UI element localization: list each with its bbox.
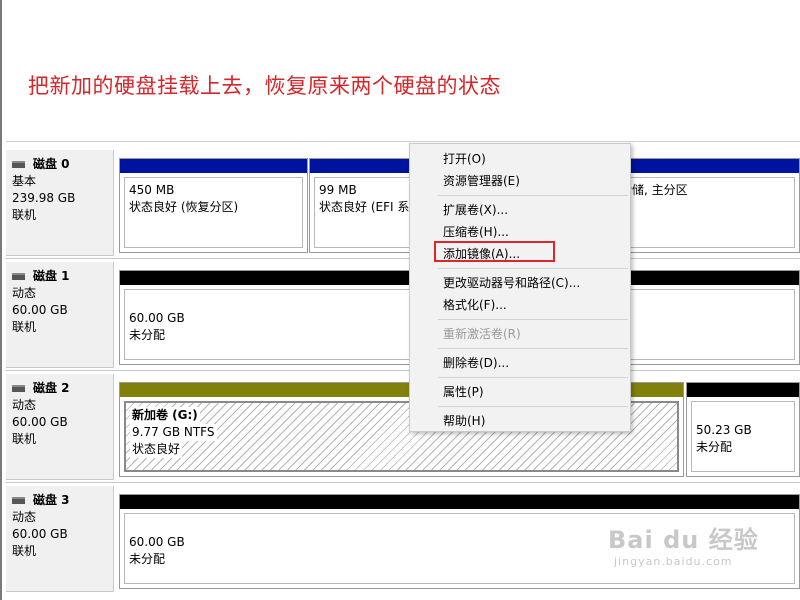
disk-row-2: 磁盘 2 动态 60.00 GB 联机 新加卷 (G:) 9.77 GB NTF… [6,374,800,482]
menu-item-change-drive-letter[interactable]: 更改驱动器号和路径(C)... [410,272,630,294]
disk-size: 239.98 GB [12,191,76,205]
disk-icon [12,497,25,504]
partition-size: 99 MB [319,183,357,197]
menu-item-shrink-volume[interactable]: 压缩卷(H)... [410,221,630,243]
disk-info[interactable]: 磁盘 3 动态 60.00 GB 联机 [6,486,114,592]
disk-info[interactable]: 磁盘 0 基本 239.98 GB 联机 [6,150,114,256]
watermark: Bai du 经验 jingyan.baidu.com [608,520,759,568]
disk-name: 磁盘 1 [33,269,70,283]
disk-name: 磁盘 0 [33,157,70,171]
divider [6,370,800,371]
partition-desc: 状态良好 (EFI 系 [319,200,410,214]
watermark-url: jingyan.baidu.com [614,555,733,568]
menu-separator [438,406,628,407]
disk-row-1: 磁盘 1 动态 60.00 GB 联机 60.00 GB 未分配 [6,262,800,370]
disk-size: 60.00 GB [12,415,68,429]
menu-separator [438,319,628,320]
disk-icon [12,273,25,280]
window-left-edge [0,0,2,600]
divider [6,141,800,142]
partition-unallocated[interactable]: 50.23 GB 未分配 [686,382,800,477]
partition-size: 50.23 GB [696,423,752,437]
disk-type: 动态 [12,510,37,524]
disk-row-0: 磁盘 0 基本 239.98 GB 联机 450 MB 状态良好 (恢复分区) … [6,150,800,258]
partition-desc: 未分配 [696,440,733,454]
disk-icon [12,385,25,392]
volume-label: 新加卷 (G:) [130,407,200,424]
menu-item-delete-volume[interactable]: 删除卷(D)... [410,352,630,374]
disk-status: 联机 [12,432,37,446]
partition-desc: 状态良好 [130,441,183,458]
disk-name: 磁盘 3 [33,493,70,507]
disk-name: 磁盘 2 [33,381,70,395]
disk-type: 动态 [12,398,37,412]
disk-status: 联机 [12,208,37,222]
disk-type: 基本 [12,174,37,188]
highlight-box [434,241,555,262]
partition-size: 9.77 GB NTFS [130,424,217,441]
watermark-logo: Bai du 经验 [608,526,759,554]
menu-item-explorer[interactable]: 资源管理器(E) [410,170,630,192]
partition-bar [687,383,799,397]
menu-item-reactivate-volume: 重新激活卷(R) [443,327,521,341]
partition-recovery[interactable]: 450 MB 状态良好 (恢复分区) [119,158,308,253]
menu-separator [438,377,628,378]
partition-bar [120,159,307,173]
partition-desc: 状态良好 (恢复分区) [129,200,239,214]
disk-size: 60.00 GB [12,303,68,317]
menu-item-open[interactable]: 打开(O) [410,148,630,170]
menu-item-help[interactable]: 帮助(H) [410,410,630,432]
divider [6,258,800,259]
disk-info[interactable]: 磁盘 1 动态 60.00 GB 联机 [6,262,114,368]
disk-size: 60.00 GB [12,527,68,541]
caption-text: 把新加的硬盘挂载上去，恢复原来两个硬盘的状态 [28,74,501,98]
menu-item-properties[interactable]: 属性(P) [410,381,630,403]
disk-icon [12,161,25,168]
context-menu: 打开(O) 资源管理器(E) 扩展卷(X)... 压缩卷(H)... 添加镜像(… [409,143,631,432]
disk-type: 动态 [12,286,37,300]
disk-status: 联机 [12,320,37,334]
partition-bar [310,159,418,173]
menu-separator [438,268,628,269]
partition-bar [120,495,799,509]
partition-size: 450 MB [129,183,175,197]
menu-item-format[interactable]: 格式化(F)... [410,294,630,316]
menu-item-extend-volume[interactable]: 扩展卷(X)... [410,199,630,221]
partition-efi[interactable]: 99 MB 状态良好 (EFI 系 [309,158,419,253]
disk-info[interactable]: 磁盘 2 动态 60.00 GB 联机 [6,374,114,480]
disk-status: 联机 [12,544,37,558]
menu-separator [438,195,628,196]
divider [6,482,800,483]
menu-separator [438,348,628,349]
